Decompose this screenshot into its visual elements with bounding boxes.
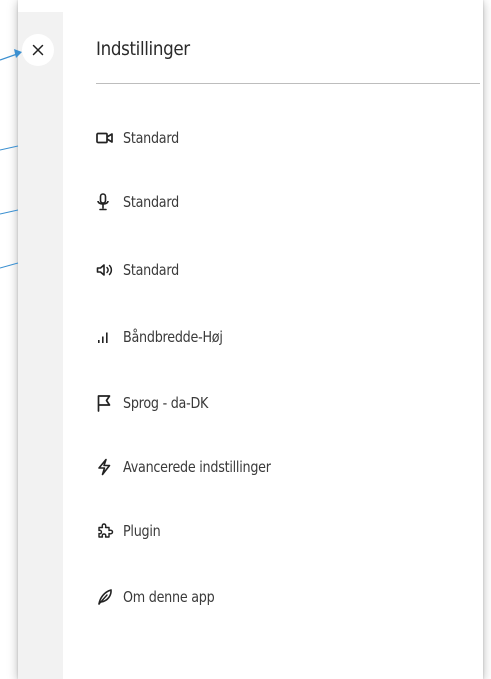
setting-speaker[interactable]: Standard (96, 256, 189, 284)
annotation-line-camera (0, 145, 19, 151)
lightning-icon (96, 457, 116, 477)
setting-camera[interactable]: Standard (96, 124, 189, 152)
setting-bandwidth-label: Båndbredde-Høj (123, 328, 223, 346)
close-icon (32, 44, 44, 56)
setting-microphone-label: Standard (123, 193, 179, 211)
video-camera-icon (96, 128, 116, 148)
annotation-line-speaker (0, 262, 19, 269)
flag-icon (96, 393, 116, 413)
annotation-line-microphone (0, 209, 19, 215)
setting-advanced[interactable]: Avancerede indstillinger (96, 453, 297, 481)
setting-plugin[interactable]: Plugin (96, 517, 167, 545)
setting-camera-label: Standard (123, 129, 179, 147)
speaker-icon (96, 260, 116, 280)
setting-about[interactable]: Om denne app (96, 583, 231, 611)
setting-language[interactable]: Sprog - da-DK (96, 389, 223, 417)
title-divider (96, 83, 480, 84)
page-title: Indstillinger (96, 38, 190, 60)
annotation-arrow (0, 52, 21, 61)
setting-language-label: Sprog - da-DK (123, 394, 209, 412)
app-window: Indstillinger Standard Standard Standard… (0, 0, 491, 679)
puzzle-icon (96, 521, 116, 541)
setting-advanced-label: Avancerede indstillinger (123, 458, 271, 476)
drawer-left-strip (18, 12, 63, 679)
signal-bars-icon (96, 327, 116, 347)
setting-plugin-label: Plugin (123, 522, 161, 540)
microphone-icon (96, 192, 116, 212)
setting-about-label: Om denne app (123, 588, 215, 606)
setting-bandwidth[interactable]: Båndbredde-Høj (96, 323, 240, 351)
feather-icon (96, 587, 116, 607)
close-button[interactable] (22, 34, 54, 66)
setting-microphone[interactable]: Standard (96, 188, 189, 216)
setting-speaker-label: Standard (123, 261, 179, 279)
